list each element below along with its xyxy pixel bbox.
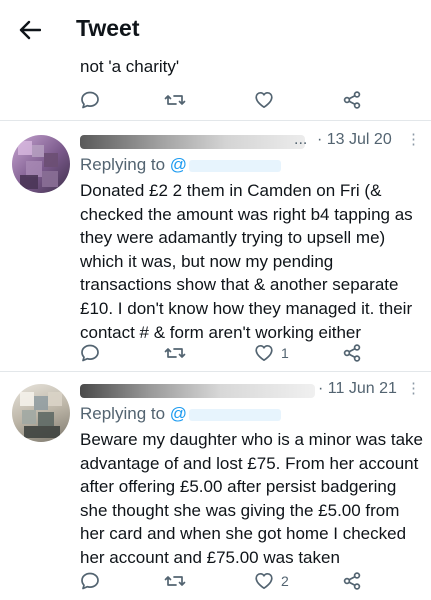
reply-icon	[81, 572, 99, 590]
tweet-text: Donated £2 2 them in Camden on Fri (& ch…	[80, 181, 413, 342]
reply-tweet: · 11 Jun 21 ⋮ Replying to @ Beware my da…	[0, 372, 431, 600]
avatar[interactable]	[12, 135, 70, 193]
like-button[interactable]	[254, 88, 274, 112]
reply-button[interactable]	[80, 88, 100, 112]
replying-to-label: Replying to	[80, 155, 170, 174]
more-options-icon[interactable]: ⋮	[406, 381, 421, 397]
previous-tweet-text: not 'a charity'	[80, 57, 180, 76]
previous-tweet-actions	[80, 88, 370, 112]
tweet-actions: 2	[80, 569, 370, 593]
reply-button[interactable]	[80, 341, 100, 365]
replying-to-label: Replying to	[80, 404, 170, 423]
share-button[interactable]	[342, 569, 362, 593]
share-icon	[343, 344, 361, 362]
retweet-icon	[164, 348, 186, 358]
handle-redacted	[189, 408, 282, 421]
tweet-text: Beware my daughter who is a minor was ta…	[80, 430, 423, 567]
tweet-date[interactable]: · 13 Jul 20	[317, 131, 392, 149]
replying-to: Replying to @	[80, 155, 282, 175]
replying-to-handle[interactable]: @	[170, 155, 187, 174]
reply-icon	[81, 91, 99, 109]
retweet-button[interactable]	[164, 88, 186, 112]
reply-icon	[81, 344, 99, 362]
retweet-icon	[164, 95, 186, 105]
author-line: ... · 13 Jul 20 ⋮	[80, 131, 421, 153]
heart-icon	[255, 91, 273, 109]
handle-redacted	[189, 159, 282, 172]
avatar-image	[20, 392, 62, 438]
heart-icon	[255, 572, 273, 590]
more-options-icon[interactable]: ⋮	[406, 132, 421, 148]
share-icon	[343, 91, 361, 109]
heart-icon	[255, 344, 273, 362]
retweet-button[interactable]	[164, 569, 186, 593]
author-name-redacted[interactable]	[80, 135, 305, 149]
retweet-button[interactable]	[164, 341, 186, 365]
share-icon	[343, 572, 361, 590]
back-button[interactable]	[16, 16, 44, 44]
page-title: Tweet	[76, 15, 140, 41]
avatar[interactable]	[12, 384, 70, 442]
share-button[interactable]	[342, 341, 362, 365]
top-bar: Tweet	[0, 0, 431, 58]
author-line: · 11 Jun 21 ⋮	[80, 380, 421, 402]
tweet-actions: 1	[80, 341, 370, 365]
replying-to-handle[interactable]: @	[170, 404, 187, 423]
like-button[interactable]: 1	[254, 341, 289, 365]
reply-button[interactable]	[80, 569, 100, 593]
replying-to: Replying to @	[80, 404, 282, 424]
like-count: 1	[281, 345, 289, 361]
retweet-icon	[164, 576, 186, 586]
share-button[interactable]	[342, 88, 362, 112]
tweet-date[interactable]: · 11 Jun 21	[318, 380, 397, 398]
avatar-image	[18, 141, 58, 189]
author-name-redacted[interactable]	[80, 384, 315, 398]
like-count: 2	[281, 573, 289, 589]
arrow-left-icon	[19, 20, 41, 40]
like-button[interactable]: 2	[254, 569, 289, 593]
author-handle-suffix: ...	[294, 131, 308, 148]
reply-tweet: ... · 13 Jul 20 ⋮ Replying to @ Donated …	[0, 121, 431, 371]
